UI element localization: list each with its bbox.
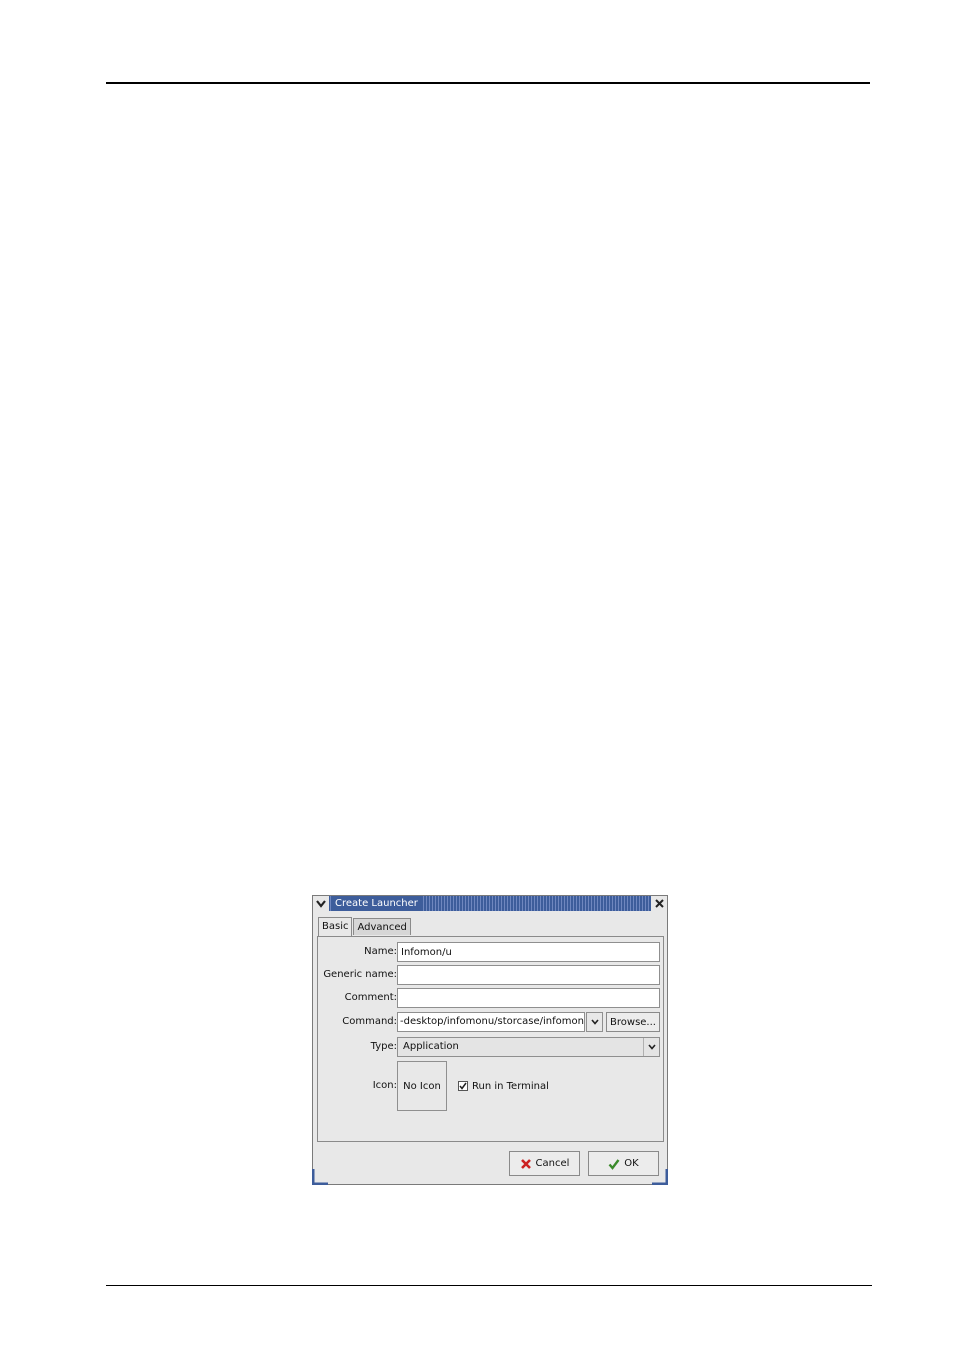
tab-basic[interactable]: Basic xyxy=(318,917,353,936)
icon-row: Icon: No Icon Run in Terminal xyxy=(318,1061,663,1111)
icon-button[interactable]: No Icon xyxy=(397,1061,447,1111)
comment-input[interactable] xyxy=(397,988,660,1008)
type-selected-value: Application xyxy=(403,1041,459,1052)
browse-button[interactable]: Browse... xyxy=(606,1012,660,1032)
resize-corner-bottom-right[interactable] xyxy=(652,1169,668,1185)
generic-name-row: Generic name: xyxy=(318,965,663,985)
chevron-down-icon xyxy=(590,1019,599,1025)
basic-panel: Name: Generic name: Comment: Command: -d… xyxy=(317,936,664,1142)
type-row: Type: Application xyxy=(318,1037,663,1057)
chevron-down-icon xyxy=(647,1044,656,1050)
icon-button-label: No Icon xyxy=(403,1080,441,1092)
type-select-arrow xyxy=(643,1038,659,1056)
header-rule xyxy=(106,82,870,84)
titlebar[interactable]: Create Launcher xyxy=(313,896,667,911)
name-row: Name: xyxy=(318,942,663,962)
cancel-button[interactable]: Cancel xyxy=(509,1151,580,1176)
run-in-terminal-label: Run in Terminal xyxy=(472,1080,549,1092)
type-select[interactable]: Application xyxy=(397,1037,660,1057)
icon-label: Icon: xyxy=(372,1080,397,1091)
command-label: Command: xyxy=(342,1016,397,1027)
ok-check-icon xyxy=(608,1158,620,1170)
command-row: Command: -desktop/infomonu/storcase/info… xyxy=(318,1012,663,1032)
resize-corner-bottom-left[interactable] xyxy=(312,1169,328,1185)
tab-bar: Basic Advanced xyxy=(318,917,412,936)
generic-name-input[interactable] xyxy=(397,965,660,985)
tab-advanced[interactable]: Advanced xyxy=(353,918,411,935)
type-label: Type: xyxy=(370,1041,397,1052)
checkbox-check-icon xyxy=(459,1082,467,1090)
comment-label: Comment: xyxy=(344,992,397,1003)
create-launcher-dialog: Create Launcher Basic Advanced Name: Gen… xyxy=(312,895,668,1185)
footer-rule xyxy=(106,1285,872,1286)
generic-name-label: Generic name: xyxy=(323,969,397,980)
name-input[interactable] xyxy=(397,942,660,962)
window-menu-button[interactable] xyxy=(313,896,329,911)
close-button[interactable] xyxy=(651,896,667,911)
ok-button[interactable]: OK xyxy=(588,1151,659,1176)
browse-label: Browse... xyxy=(610,1016,656,1028)
command-input[interactable]: -desktop/infomonu/storcase/infomonu xyxy=(397,1012,585,1032)
ok-label: OK xyxy=(624,1158,639,1169)
run-in-terminal-toggle[interactable]: Run in Terminal xyxy=(458,1080,549,1092)
cancel-label: Cancel xyxy=(535,1158,570,1169)
command-history-dropdown[interactable] xyxy=(586,1012,603,1032)
name-label: Name: xyxy=(364,946,397,957)
run-in-terminal-checkbox[interactable] xyxy=(458,1081,468,1091)
cancel-x-icon xyxy=(520,1158,531,1169)
window-title: Create Launcher xyxy=(331,896,422,911)
comment-row: Comment: xyxy=(318,988,663,1008)
window-menu-icon xyxy=(316,899,326,908)
close-icon xyxy=(654,899,664,908)
